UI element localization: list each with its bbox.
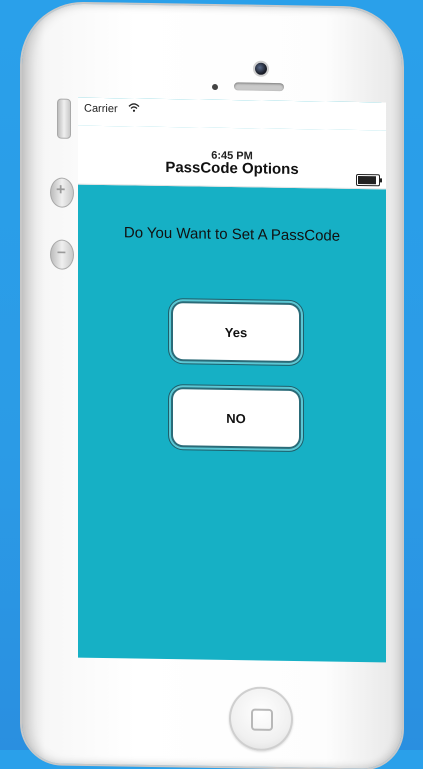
sensor-dot — [212, 84, 218, 91]
home-button-icon[interactable] — [229, 686, 293, 752]
earpiece — [234, 82, 284, 92]
volume-up-button — [50, 177, 74, 208]
no-button[interactable]: NO — [173, 389, 299, 448]
wifi-icon — [128, 102, 140, 115]
carrier-label: Carrier — [84, 102, 118, 116]
page-title: PassCode Options — [165, 158, 299, 179]
camera-icon — [255, 62, 267, 75]
navigation-bar: 6:45 PM PassCode Options — [78, 125, 386, 190]
volume-down-button — [50, 239, 74, 270]
yes-button[interactable]: Yes — [173, 303, 299, 362]
mute-switch — [57, 98, 71, 139]
app-screen: Carrier 6:45 PM PassCode Options Do You … — [78, 97, 386, 663]
passcode-question: Do You Want to Set A PassCode — [123, 224, 341, 245]
